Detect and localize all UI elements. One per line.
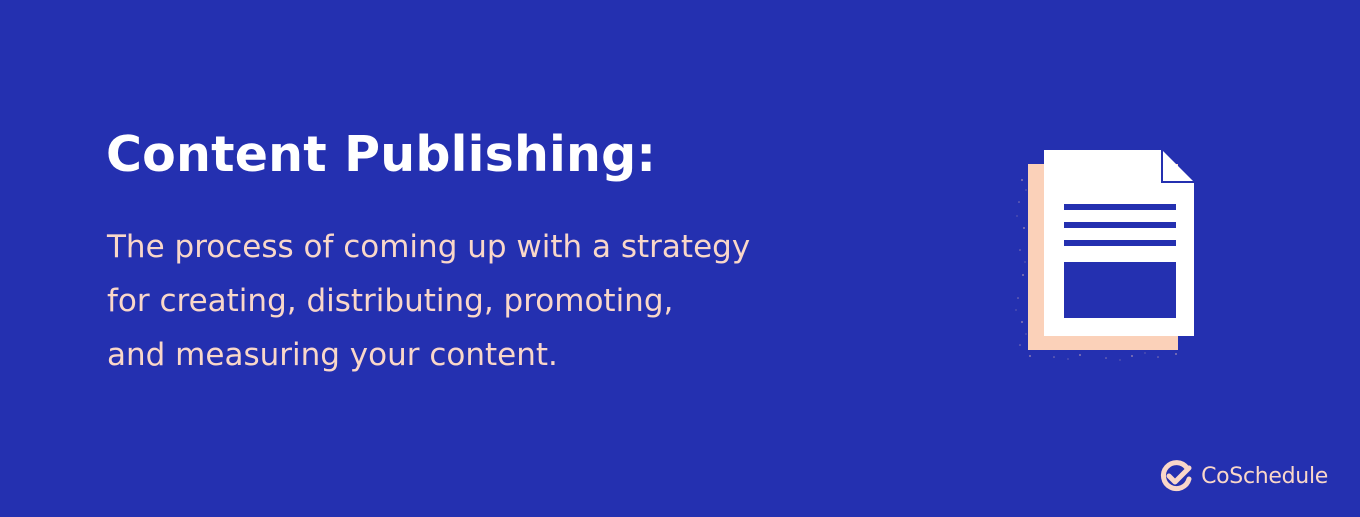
- definition-line: for creating, distributing, promoting,: [107, 283, 674, 319]
- definition-text: The process of coming up with a strategy…: [107, 220, 867, 382]
- document-line: [1064, 222, 1176, 228]
- brand-name: CoSchedule: [1201, 463, 1328, 489]
- definition-line: and measuring your content.: [107, 337, 558, 373]
- document-line: [1064, 204, 1176, 210]
- coschedule-check-icon: [1161, 460, 1192, 492]
- document-image-block: [1064, 262, 1176, 318]
- card-title: Content Publishing:: [106, 126, 657, 183]
- definition-line: The process of coming up with a strategy: [107, 229, 751, 265]
- brand-mark: CoSchedule: [1159, 459, 1328, 493]
- infographic-card: Content Publishing: The process of comin…: [0, 0, 1360, 517]
- document-line: [1064, 240, 1176, 246]
- document-icon: [1015, 150, 1194, 361]
